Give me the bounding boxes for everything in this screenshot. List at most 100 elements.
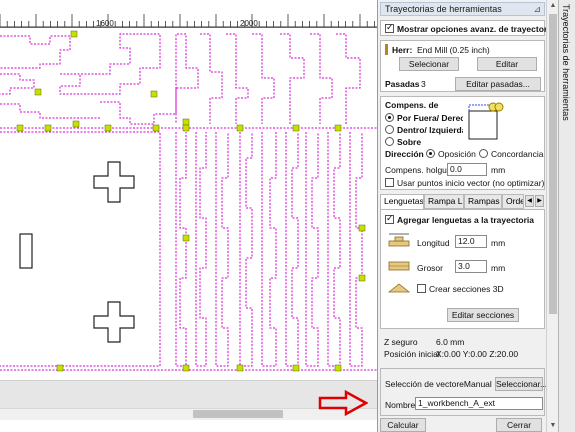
start-point-label: Usar puntos inicio vector (no optimizar)	[397, 178, 545, 188]
tab-rampa-l[interactable]: Rampa L.	[424, 194, 464, 209]
tab-length-label: Longitud	[417, 238, 450, 248]
tab-length-input[interactable]: 12.0	[455, 235, 487, 248]
offset-section: Compens. de Por Fuera/ Derecha Dentro/ I…	[380, 96, 545, 190]
tab-lenguetas[interactable]: Lenguetas	[380, 194, 424, 210]
passes-value: 3	[421, 79, 426, 89]
slot-cutout	[19, 233, 33, 269]
allowance-label: Compens. holgura	[385, 165, 455, 175]
edit-sections-button[interactable]: Editar secciones	[447, 308, 519, 322]
tabs-scroll-left-icon[interactable]: ◀	[525, 195, 534, 207]
tab-marker[interactable]	[236, 124, 244, 132]
tab-marker[interactable]	[182, 124, 190, 132]
tab-orden[interactable]: Orde	[502, 194, 524, 209]
tab-thickness-label: Grosor	[417, 263, 443, 273]
ruler-mark-2000: 2000	[240, 19, 258, 28]
offset-preview-icon	[468, 102, 504, 140]
panel-title: Trayectorias de herramientas	[385, 4, 502, 14]
offset-heading: Compens. de	[385, 100, 439, 110]
sections3d-label: Crear secciones 3D	[429, 284, 504, 294]
tabs-section: Agregar lenguetas a la trayectoria Longi…	[380, 209, 545, 329]
offset-inside-radio[interactable]	[385, 125, 394, 134]
home-value: X:0.00 Y:0.00 Z:20.00	[436, 349, 519, 359]
offset-inside-label: Dentro/ Izquierda	[397, 125, 463, 135]
allowance-input[interactable]: 0.0	[447, 163, 487, 176]
tab-marker[interactable]	[358, 224, 366, 232]
tab-marker[interactable]	[16, 124, 24, 132]
cross-cutout-bottom	[93, 301, 135, 343]
tab-marker[interactable]	[182, 234, 190, 242]
tab-marker[interactable]	[72, 120, 80, 128]
edit-passes-button[interactable]: Editar pasadas...	[455, 77, 541, 91]
add-tabs-label: Agregar lenguetas a la trayectoria	[397, 215, 535, 225]
home-label: Posición inicial	[384, 349, 440, 359]
add-tabs-checkbox[interactable]	[385, 213, 394, 224]
close-button[interactable]: Cerrar	[496, 418, 542, 432]
side-tab-label: Trayectorias de herramientas	[561, 4, 571, 121]
select-vectors-button[interactable]: Seleccionar...	[495, 377, 547, 391]
info-section: Z seguro 6.0 mm Posición inicial X:0.00 …	[380, 333, 545, 363]
show-advanced-checkbox[interactable]	[385, 22, 394, 33]
tab-marker[interactable]	[44, 124, 52, 132]
tab-marker[interactable]	[358, 274, 366, 282]
tab-marker[interactable]	[150, 90, 158, 98]
hscroll-thumb[interactable]	[193, 410, 283, 418]
selection-section: Selección de vectoreManual Seleccionar..…	[380, 368, 547, 416]
tab-rampas[interactable]: Rampas	[464, 194, 502, 209]
tab-marker[interactable]	[70, 30, 78, 38]
advanced-options-row: Mostrar opciones avanz. de trayectoria	[380, 20, 554, 36]
offset-on-label: Sobre	[397, 137, 422, 147]
toolpath-panel: Trayectorias de herramientas ⊿ Mostrar o…	[377, 0, 554, 432]
tab-marker[interactable]	[104, 124, 112, 132]
name-label: Nombre:	[385, 400, 418, 410]
select-tool-button[interactable]: Selecionar	[399, 57, 459, 71]
cross-cutout-top	[93, 161, 135, 203]
tab-marker[interactable]	[292, 124, 300, 132]
tab-length-unit: mm	[491, 238, 506, 248]
calculate-button[interactable]: Calcular	[380, 418, 426, 432]
panel-title-bar: Trayectorias de herramientas ⊿	[380, 2, 545, 16]
tab-thickness-icon	[388, 261, 410, 271]
tab-marker[interactable]	[34, 88, 42, 96]
options-tabs: Lenguetas Rampa L. Rampas Orde ◀ ▶	[380, 194, 545, 210]
direction-climb-radio[interactable]	[479, 149, 488, 158]
tabs-scroll-right-icon[interactable]: ▶	[535, 195, 544, 207]
pin-icon[interactable]: ⊿	[533, 3, 541, 15]
start-point-checkbox[interactable]	[385, 178, 394, 187]
passes-label: Pasadas	[385, 79, 420, 89]
tab-marker[interactable]	[292, 364, 300, 372]
panel-vertical-scrollbar[interactable]: ▲ ▼	[546, 0, 558, 432]
tool-label: Herr:	[392, 45, 413, 55]
sections3d-checkbox[interactable]	[417, 284, 426, 293]
tab-marker[interactable]	[334, 124, 342, 132]
tab-length-icon	[388, 233, 410, 247]
safe-z-value: 6.0 mm	[436, 337, 465, 347]
tab-thickness-input[interactable]: 3.0	[455, 260, 487, 273]
name-input[interactable]: 1_workbench_A_ext	[415, 397, 543, 410]
drawing-canvas[interactable]: 1600 2000	[0, 0, 377, 432]
edit-tool-button[interactable]: Editar	[477, 57, 537, 71]
offset-on-radio[interactable]	[385, 137, 394, 146]
tab-marker[interactable]	[56, 364, 64, 372]
vector-selection-label: Selección de vectoreManual	[385, 379, 492, 389]
direction-label: Dirección	[385, 149, 424, 159]
side-tab-toolpaths[interactable]: Trayectorias de herramientas	[558, 0, 575, 432]
ruler-ticks	[0, 14, 377, 28]
tab-marker[interactable]	[182, 364, 190, 372]
tab-marker[interactable]	[152, 124, 160, 132]
offset-outside-radio[interactable]	[385, 113, 394, 122]
tab-marker[interactable]	[334, 364, 342, 372]
allowance-unit: mm	[491, 165, 506, 175]
direction-conventional-label: Oposición	[438, 149, 476, 159]
red-arrow-icon	[318, 390, 368, 416]
toolpath-drawing[interactable]	[0, 28, 377, 380]
safe-z-label: Z seguro	[384, 337, 418, 347]
tab-marker[interactable]	[236, 364, 244, 372]
tool-section: Herr: End Mill (0.25 inch) Selecionar Ed…	[380, 40, 545, 92]
show-advanced-label: Mostrar opciones avanz. de trayectoria	[397, 24, 555, 34]
tab-marker[interactable]	[182, 118, 190, 126]
tool-value: End Mill (0.25 inch)	[417, 45, 490, 55]
tab-3d-icon	[387, 283, 411, 293]
vscroll-thumb[interactable]	[549, 14, 557, 314]
horizontal-ruler: 1600 2000	[0, 0, 377, 28]
direction-conventional-radio[interactable]	[426, 149, 435, 158]
